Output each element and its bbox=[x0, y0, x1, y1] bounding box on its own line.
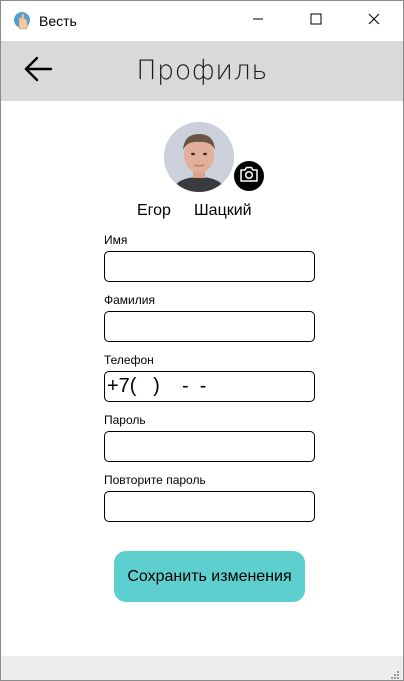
last-name-field[interactable] bbox=[104, 311, 315, 342]
resize-grip-icon[interactable] bbox=[390, 667, 400, 679]
close-button[interactable] bbox=[345, 1, 403, 41]
title-bar: Весть bbox=[1, 1, 403, 41]
maximize-icon bbox=[310, 12, 322, 30]
close-icon bbox=[368, 12, 380, 30]
status-bar bbox=[1, 656, 403, 680]
repeat-password-label: Повторите пароль bbox=[104, 473, 206, 487]
password-label: Пароль bbox=[104, 413, 146, 427]
profile-first-name: Егор bbox=[137, 202, 171, 219]
profile-last-name: Шацкий bbox=[194, 202, 252, 219]
minimize-button[interactable] bbox=[229, 1, 287, 41]
hand-icon bbox=[13, 11, 33, 31]
first-name-label: Имя bbox=[104, 233, 128, 247]
window-title: Весть bbox=[39, 13, 77, 29]
maximize-button[interactable] bbox=[287, 1, 345, 41]
last-name-label: Фамилия bbox=[104, 293, 155, 307]
phone-label: Телефон bbox=[104, 353, 154, 367]
page-title: Профиль bbox=[136, 55, 268, 86]
app-header: Профиль bbox=[1, 41, 403, 101]
camera-icon bbox=[239, 165, 259, 188]
app-window: Весть Профиль Егор Шацкий Имя Фамилия Те… bbox=[0, 0, 404, 681]
phone-field[interactable]: +7( ) - - bbox=[104, 371, 315, 402]
avatar bbox=[164, 122, 234, 192]
repeat-password-field[interactable] bbox=[104, 491, 315, 522]
password-field[interactable] bbox=[104, 431, 315, 462]
save-changes-button[interactable]: Сохранить изменения bbox=[114, 551, 305, 602]
first-name-field[interactable] bbox=[104, 251, 315, 282]
profile-name: Егор Шацкий bbox=[1, 202, 403, 222]
minimize-icon bbox=[252, 12, 264, 30]
change-photo-button[interactable] bbox=[234, 161, 264, 191]
